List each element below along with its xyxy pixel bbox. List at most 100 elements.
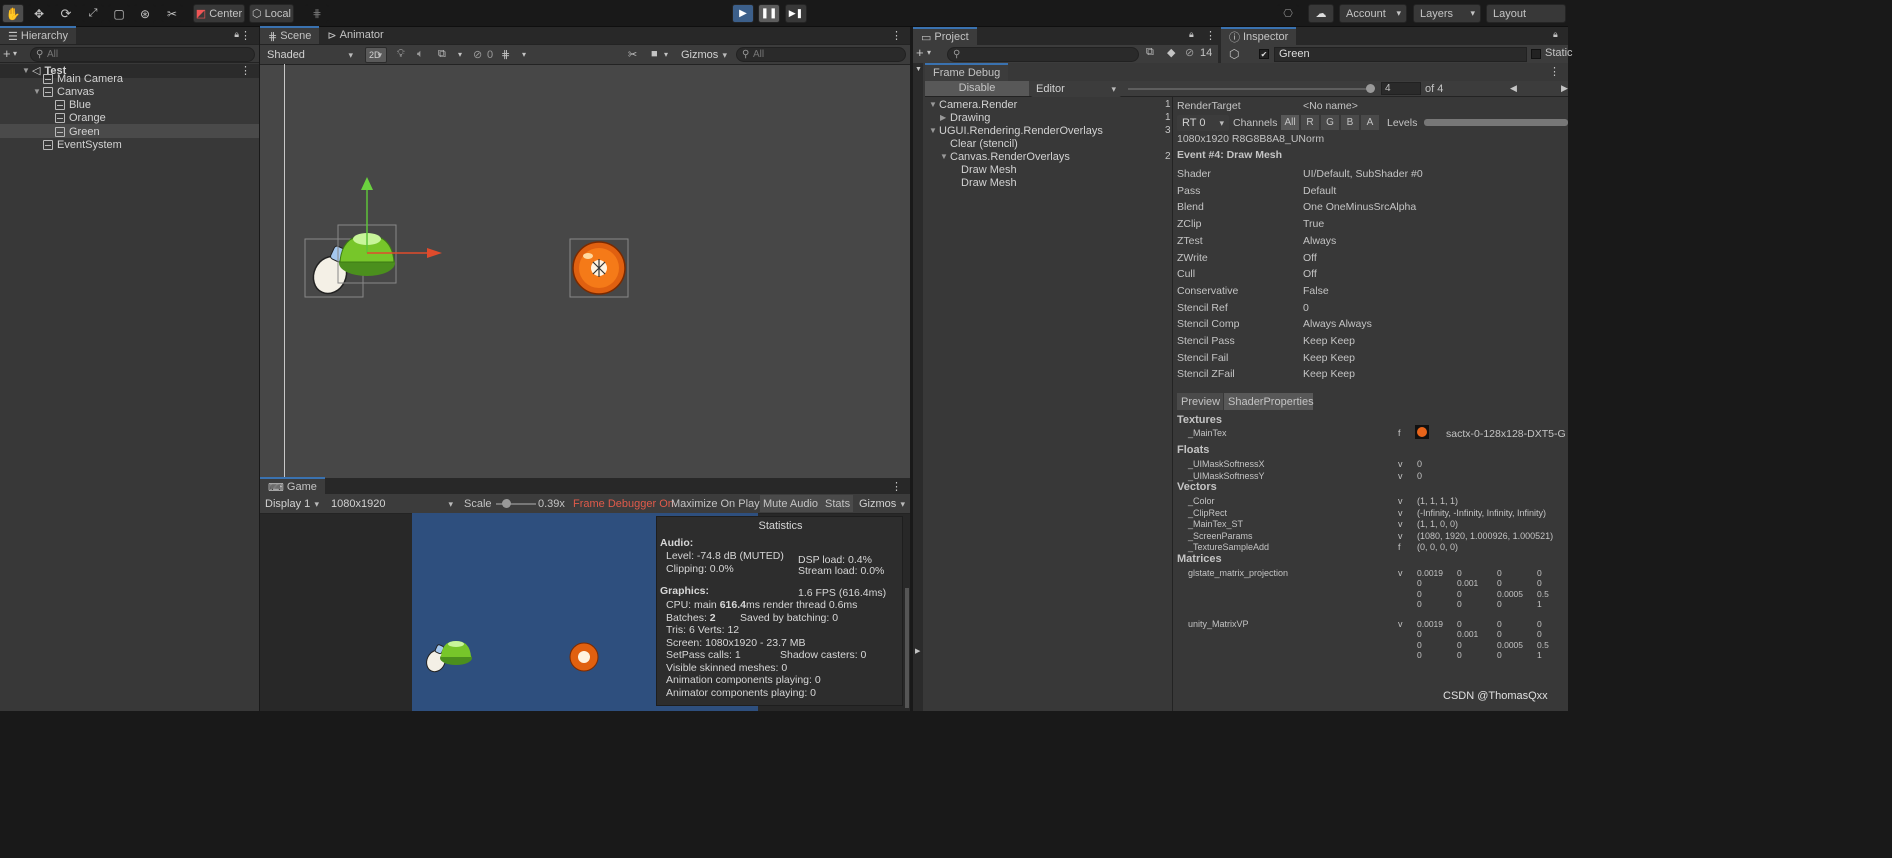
scene-search-input[interactable]: All [736, 47, 906, 62]
maintex-thumbnail[interactable] [1415, 425, 1429, 439]
mute-audio-toggle[interactable]: Mute Audio [760, 495, 822, 512]
add-icon[interactable]: + [916, 45, 924, 60]
more-icon[interactable]: ⋮ [891, 480, 902, 493]
disable-button[interactable]: Disable [925, 81, 1029, 96]
chevron-down-icon[interactable]: ▾ [458, 50, 462, 59]
tab-inspector[interactable]: ⓘ Inspector [1221, 27, 1297, 45]
audio-icon[interactable]: 🔈︎ [417, 48, 424, 61]
game-scrollbar[interactable] [905, 588, 909, 708]
tree-event-clear-stencil[interactable]: Clear (stencil) [950, 137, 1018, 150]
filter-label-icon[interactable]: ◆ [1167, 46, 1175, 59]
stats-toggle[interactable]: Stats [822, 495, 853, 512]
expand-arrow-icon[interactable]: ▼ [940, 152, 950, 161]
filter-type-icon[interactable]: ⧉ [1146, 46, 1154, 59]
tab-preview[interactable]: Preview [1177, 393, 1223, 410]
hidden-packages-icon[interactable]: ⊘ [1185, 46, 1194, 59]
project-search-input[interactable] [947, 47, 1139, 62]
tools-icon[interactable]: ✂ [628, 48, 637, 61]
event-index-field[interactable]: 4 [1381, 82, 1421, 95]
expand-arrow-icon[interactable]: ▼ [33, 87, 43, 96]
collapse-arrow-icon[interactable]: ▼ [915, 66, 922, 73]
channel-b-button[interactable]: B [1341, 115, 1359, 130]
tree-event-camera-render[interactable]: ▼ Camera.Render [929, 98, 1017, 111]
add-icon[interactable]: + [3, 46, 11, 61]
event-slider[interactable] [1128, 88, 1370, 90]
layout-dropdown[interactable]: Layout [1486, 4, 1566, 23]
chevron-down-icon[interactable]: ▾ [927, 48, 931, 57]
active-checkbox[interactable]: ✔ [1259, 49, 1269, 59]
target-dropdown[interactable]: Editor [1031, 81, 1121, 97]
tree-event-drawing[interactable]: ▶ Drawing [940, 111, 990, 124]
rt-dropdown[interactable]: RT 0 [1177, 115, 1229, 131]
maximize-on-play-toggle[interactable]: Maximize On Play [671, 498, 760, 510]
tree-event-draw-mesh-1[interactable]: Draw Mesh [961, 163, 1017, 176]
rect-tool-button[interactable]: ▢ [108, 4, 130, 23]
next-event-icon[interactable]: ▶ [1561, 83, 1568, 94]
levels-slider[interactable] [1424, 119, 1568, 126]
more-icon[interactable]: ⋮ [1205, 29, 1216, 42]
tab-animator[interactable]: ⊳ Animator [319, 26, 391, 44]
lock-icon[interactable]: 🔒︎ [234, 29, 239, 40]
object-name-field[interactable]: Green [1274, 47, 1527, 62]
more-icon[interactable]: ⋮ [240, 29, 251, 42]
tab-game[interactable]: ⌨ Game [260, 477, 325, 495]
tab-hierarchy[interactable]: ☰ Hierarchy [0, 26, 76, 44]
channel-all-button[interactable]: All [1281, 115, 1299, 130]
pivot-local-button[interactable]: ⬡ Local [249, 4, 294, 23]
scene-row[interactable]: ▼ ◁ Test ⋮ [0, 64, 259, 78]
lighting-icon[interactable]: 💡︎ [397, 48, 405, 61]
expand-arrow-icon[interactable]: ▼ [929, 126, 939, 135]
gizmos-dropdown[interactable]: Gizmos [676, 47, 732, 63]
lock-icon[interactable]: 🔒︎ [1553, 29, 1558, 40]
custom-tool-button[interactable]: ✂ [161, 4, 183, 23]
tree-item-main-camera[interactable]: Main Camera [43, 72, 123, 85]
tree-event-canvas-overlays[interactable]: ▼ Canvas.RenderOverlays [940, 150, 1070, 163]
collab-button[interactable]: ⎔ [1277, 4, 1299, 23]
play-button[interactable]: ▶ [732, 4, 754, 23]
visibility-icon[interactable]: ⊘ [473, 48, 482, 61]
channel-r-button[interactable]: R [1301, 115, 1319, 130]
tree-item-canvas[interactable]: ▼ Canvas [33, 85, 94, 98]
scale-tool-button[interactable]: ⤢ [82, 4, 104, 23]
chevron-down-icon[interactable]: ▾ [522, 50, 526, 59]
chevron-down-icon[interactable]: ▾ [664, 50, 668, 59]
tab-frame-debug[interactable]: Frame Debug [925, 63, 1009, 81]
rotate-tool-button[interactable]: ⟳ [55, 4, 77, 23]
grid-icon[interactable]: ⋕ [501, 48, 510, 61]
hand-tool-button[interactable]: ✋ [2, 4, 24, 23]
transform-tool-button[interactable]: ⊛ [134, 4, 156, 23]
expand-arrow-icon[interactable]: ▶ [940, 113, 950, 122]
game-gizmos-dropdown[interactable]: Gizmos [854, 496, 910, 512]
tree-item-orange[interactable]: Orange [55, 111, 106, 124]
tree-item-eventsystem[interactable]: EventSystem [43, 138, 122, 151]
scale-slider-thumb[interactable] [502, 499, 511, 508]
frame-debugger-status[interactable]: Frame Debugger On [573, 498, 674, 510]
cloud-button[interactable]: ☁ [1308, 4, 1334, 23]
tab-scene[interactable]: ⋕ Scene [260, 26, 320, 44]
static-checkbox[interactable] [1531, 49, 1541, 59]
more-icon[interactable]: ⋮ [1549, 65, 1560, 78]
chevron-down-icon[interactable]: ▾ [13, 49, 17, 58]
tree-event-ugui-overlays[interactable]: ▼ UGUI.Rendering.RenderOverlays [929, 124, 1103, 137]
shading-dropdown[interactable]: Shaded [262, 47, 358, 63]
resolution-dropdown[interactable]: 1080x1920 [326, 496, 458, 512]
event-slider-thumb[interactable] [1366, 84, 1375, 93]
more-icon[interactable]: ⋮ [240, 64, 251, 77]
more-icon[interactable]: ⋮ [891, 29, 902, 42]
camera-icon[interactable]: ■ [651, 48, 658, 60]
tree-item-green[interactable]: Green [55, 125, 100, 138]
step-button[interactable]: ▶❚ [785, 4, 807, 23]
prev-event-icon[interactable]: ◀ [1510, 83, 1517, 94]
pause-button[interactable]: ❚❚ [758, 4, 780, 23]
tree-event-draw-mesh-2[interactable]: Draw Mesh [961, 176, 1017, 189]
hierarchy-search-input[interactable]: All [30, 47, 255, 62]
tree-item-blue[interactable]: Blue [55, 98, 91, 111]
tab-project[interactable]: ▭ Project [913, 27, 977, 45]
2d-toggle[interactable]: 2D [365, 47, 387, 63]
expand-arrow-icon[interactable]: ▶ [915, 647, 920, 655]
effects-icon[interactable]: ⧉ [438, 48, 446, 61]
move-tool-button[interactable]: ✥ [28, 4, 50, 23]
channel-g-button[interactable]: G [1321, 115, 1339, 130]
expand-arrow-icon[interactable]: ▼ [929, 100, 939, 109]
display-dropdown[interactable]: Display 1 [260, 496, 324, 512]
